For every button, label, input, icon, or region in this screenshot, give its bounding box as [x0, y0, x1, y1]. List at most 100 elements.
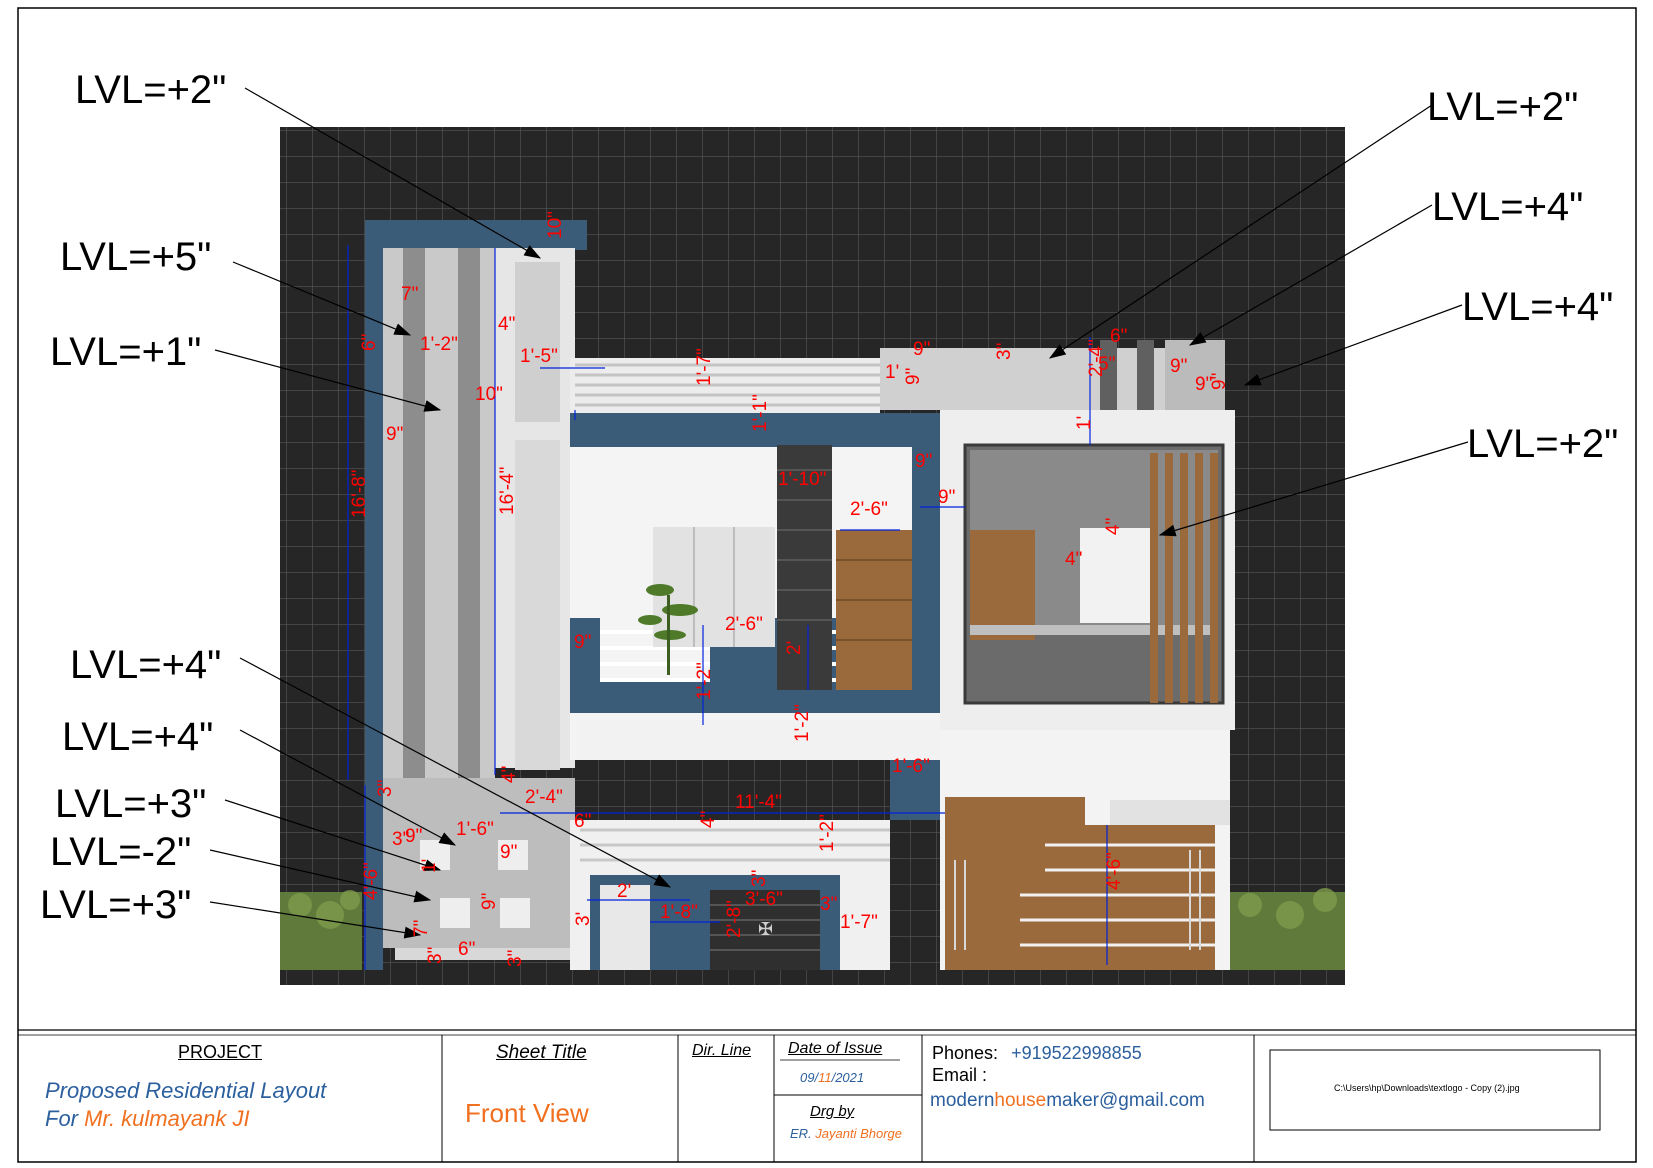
- dimension-text: 9": [1209, 373, 1230, 390]
- drawing-sheet: ✠ LVL=+2" LVL=+5" LVL=+1" LVL=+2" LVL=+4…: [17, 7, 1637, 1163]
- level-label: LVL=+2": [1467, 422, 1618, 466]
- dimension-text: 1'-7": [840, 912, 878, 933]
- dimension-text: 4": [1103, 518, 1124, 535]
- dimension-text: 3": [425, 947, 446, 964]
- dimension-text: 9": [500, 842, 517, 863]
- dimension-text: 4'-6": [1104, 852, 1125, 890]
- dimension-text: 1': [1074, 416, 1095, 430]
- dimension-text: 4": [499, 766, 520, 783]
- level-label: LVL=+4": [1432, 185, 1583, 229]
- client-name: Mr. kulmayank JI: [84, 1106, 250, 1131]
- email-part-3: maker@gmail.com: [1046, 1090, 1205, 1111]
- dimension-text: 1'-2": [420, 334, 458, 355]
- dimension-text: 6": [359, 334, 380, 351]
- level-label: LVL=+5": [60, 235, 211, 279]
- dimension-text: 1'-6": [456, 819, 494, 840]
- dimension-text: 6": [1110, 326, 1127, 347]
- project-line-1: Proposed Residential Layout: [45, 1078, 327, 1103]
- dimension-text: 1'-7": [694, 348, 715, 386]
- dimension-text: 1'-8": [660, 902, 698, 923]
- level-label: LVL=+2": [1427, 85, 1578, 129]
- email-part-2: house: [994, 1090, 1047, 1111]
- dimension-text: 2'-6": [850, 499, 888, 520]
- phones-value: +919522998855: [1011, 1043, 1142, 1063]
- dimension-text: 3'-6": [745, 889, 783, 910]
- logo-path-text: C:\Users\hp\Downloads\textlogo - Copy (2…: [1334, 1083, 1520, 1093]
- first-floor-door: [836, 530, 912, 690]
- gate-right: [1035, 825, 1215, 970]
- dimension-text: 1'-10": [778, 469, 826, 490]
- email-label: Email :: [932, 1065, 988, 1085]
- level-label: LVL=-2": [50, 830, 191, 874]
- level-label: LVL=+4": [62, 715, 213, 759]
- dimension-text: 3": [820, 894, 837, 915]
- project-heading: PROJECT: [178, 1042, 263, 1062]
- drawn-by-prefix: ER.: [790, 1126, 816, 1141]
- dimension-text: 1'-5": [520, 346, 558, 367]
- dimension-text: 1': [419, 859, 440, 873]
- drawn-by-heading: Drg by: [810, 1103, 855, 1120]
- level-label: LVL=+2": [75, 68, 226, 112]
- dimension-text: 9": [386, 424, 403, 445]
- sheet-title-value: Front View: [465, 1098, 589, 1128]
- date-value: 09/11/2021: [800, 1070, 864, 1085]
- dimension-text: 2'-8": [724, 900, 745, 938]
- dimension-text: 2'-6": [725, 614, 763, 635]
- project-line-2: For Mr. kulmayank JI: [45, 1106, 250, 1132]
- svg-text:✠: ✠: [758, 919, 773, 940]
- dimension-text: 16'-4": [497, 467, 518, 515]
- dimension-text: 9": [913, 339, 930, 360]
- level-label: LVL=+4": [70, 643, 221, 687]
- dimension-text: 9": [1170, 356, 1187, 377]
- date-day: 09/: [800, 1070, 819, 1085]
- dimension-text: 4": [498, 314, 515, 335]
- dimension-text: 10": [475, 384, 503, 405]
- dimension-text: 9": [479, 893, 500, 910]
- dimension-text: 3": [994, 343, 1015, 360]
- dimension-text: 3': [573, 912, 594, 926]
- dimension-text: 11'-4": [735, 792, 782, 813]
- dimension-text: 1': [885, 362, 899, 383]
- date-month: 11: [818, 1070, 832, 1085]
- email-value: modernhousemaker@gmail.com: [930, 1090, 1205, 1112]
- dimension-text: 9": [405, 826, 422, 847]
- dimension-text: 4'-6": [361, 862, 382, 900]
- dimension-text: 9": [574, 632, 591, 653]
- phones-line: Phones: +919522998855: [932, 1043, 1142, 1064]
- dimension-text: 2': [617, 881, 631, 902]
- level-label: LVL=+3": [55, 782, 206, 826]
- front-elevation-drawing: ✠: [280, 127, 1345, 985]
- date-year: /2021: [831, 1070, 865, 1085]
- dimension-text: 9": [903, 368, 924, 385]
- dimension-text: 16'-8": [349, 470, 370, 518]
- dimension-text: 3": [749, 870, 770, 887]
- dimension-text: 9": [938, 487, 955, 508]
- dimension-text: 3": [375, 780, 396, 797]
- date-heading: Date of Issue: [788, 1040, 883, 1057]
- dimension-text: 3": [505, 950, 526, 967]
- level-label: LVL=+4": [1462, 285, 1613, 329]
- email-part-1: modern: [930, 1090, 995, 1111]
- dimension-text: 4": [698, 811, 719, 828]
- phones-label: Phones:: [932, 1043, 999, 1063]
- drawn-by-name: Jayanti Bhorge: [815, 1126, 903, 1141]
- dimension-text: 1'-2": [817, 814, 838, 852]
- dimension-text: 2': [784, 641, 805, 655]
- dimension-text: 4": [1065, 549, 1082, 570]
- dimension-text: 1'-6": [892, 756, 930, 777]
- dimension-text: 1'-2": [792, 704, 813, 742]
- dimension-text: 1'-1": [750, 394, 771, 432]
- level-label: LVL=+1": [50, 330, 201, 374]
- dimension-text: 5": [1098, 354, 1115, 375]
- dimension-text: 7": [401, 284, 418, 305]
- dimension-text: 2'-4": [525, 787, 563, 808]
- level-label: LVL=+3": [40, 883, 191, 927]
- dimension-text: 1'-2": [694, 662, 715, 700]
- project-for: For: [45, 1106, 85, 1131]
- dir-line-heading: Dir. Line: [692, 1042, 751, 1059]
- dimension-text: 10": [545, 211, 566, 239]
- drawn-by-value: ER. Jayanti Bhorge: [790, 1126, 902, 1141]
- dimension-text: 9": [915, 451, 932, 472]
- sheet-title-heading: Sheet Title: [496, 1042, 587, 1063]
- dimension-text: 6": [574, 811, 591, 832]
